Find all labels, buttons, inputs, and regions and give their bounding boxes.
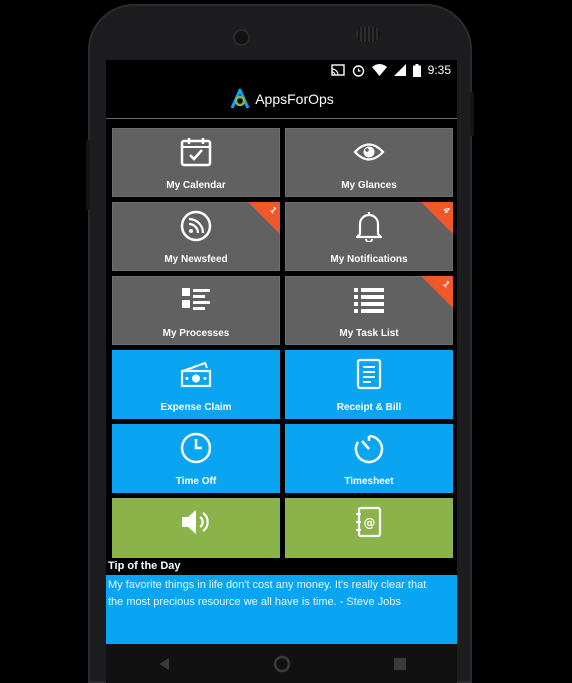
back-icon[interactable] bbox=[157, 657, 171, 671]
wifi-icon bbox=[371, 64, 387, 76]
battery-icon bbox=[412, 63, 421, 77]
tile-label: My Task List bbox=[339, 328, 399, 339]
tile-announcements[interactable] bbox=[112, 498, 280, 567]
tile-my-notifications[interactable]: 4 My Notifications bbox=[285, 202, 453, 271]
tile-label: My Calendar bbox=[166, 180, 226, 191]
process-list-icon bbox=[182, 288, 210, 310]
tip-text: My favorite things in life don't cost an… bbox=[108, 579, 427, 608]
tile-label: Timesheet bbox=[344, 476, 394, 487]
tile-my-task-list[interactable]: 1 My Task List bbox=[285, 276, 453, 345]
speaker-icon bbox=[182, 510, 209, 534]
stopwatch-icon bbox=[354, 434, 384, 464]
tile-expense-claim[interactable]: Expense Claim bbox=[112, 350, 280, 419]
android-nav-bar bbox=[106, 644, 457, 683]
receipt-icon bbox=[356, 358, 382, 390]
signal-icon bbox=[393, 64, 406, 76]
svg-text:@: @ bbox=[364, 516, 376, 530]
earpiece-speaker bbox=[356, 26, 380, 42]
power-button bbox=[470, 92, 474, 136]
tip-heading: Tip of the Day bbox=[106, 558, 457, 575]
tile-time-off[interactable]: Time Off bbox=[112, 424, 280, 493]
tile-label: My Glances bbox=[341, 180, 397, 191]
rss-icon bbox=[180, 210, 212, 242]
tile-label: Expense Claim bbox=[160, 402, 232, 413]
bell-icon bbox=[355, 212, 383, 242]
clock-icon bbox=[180, 432, 212, 464]
tile-my-glances[interactable]: My Glances bbox=[285, 128, 453, 197]
tile-receipt-bill[interactable]: Receipt & Bill bbox=[285, 350, 453, 419]
status-time: 9:35 bbox=[427, 63, 451, 77]
appsforops-logo-icon bbox=[230, 88, 250, 109]
alarm-icon bbox=[352, 64, 364, 77]
tile-label: My Processes bbox=[162, 328, 230, 339]
volume-button bbox=[86, 140, 90, 210]
tile-my-calendar[interactable]: My Calendar bbox=[112, 128, 280, 197]
tile-label: My Notifications bbox=[330, 254, 408, 265]
tile-timesheet[interactable]: Timesheet bbox=[285, 424, 453, 493]
tile-my-newsfeed[interactable]: 1 My Newsfeed bbox=[112, 202, 280, 271]
app-title: AppsForOps bbox=[255, 91, 334, 107]
recents-icon[interactable] bbox=[393, 657, 406, 670]
front-camera bbox=[235, 31, 248, 44]
tile-grid: My Calendar My Glances 1 My Newsfeed 4 M… bbox=[112, 128, 453, 567]
home-icon[interactable] bbox=[273, 655, 291, 673]
tile-contacts[interactable]: @ bbox=[285, 498, 453, 567]
cast-icon bbox=[330, 64, 345, 76]
calendar-check-icon bbox=[180, 138, 212, 167]
tile-my-processes[interactable]: My Processes bbox=[112, 276, 280, 345]
tile-label: My Newsfeed bbox=[164, 254, 228, 265]
tile-label: Time Off bbox=[175, 476, 217, 487]
eye-icon bbox=[353, 143, 385, 161]
tile-label: Receipt & Bill bbox=[336, 402, 402, 413]
app-header: AppsForOps bbox=[106, 80, 457, 119]
app-screen: 9:35 AppsForOps My Calendar My Glances 1… bbox=[106, 60, 457, 644]
status-bar: 9:35 bbox=[106, 60, 457, 80]
task-list-icon bbox=[354, 288, 384, 313]
tip-of-the-day: Tip of the Day My favorite things in lif… bbox=[106, 558, 457, 644]
address-book-icon: @ bbox=[356, 506, 382, 538]
cash-icon bbox=[180, 361, 212, 388]
